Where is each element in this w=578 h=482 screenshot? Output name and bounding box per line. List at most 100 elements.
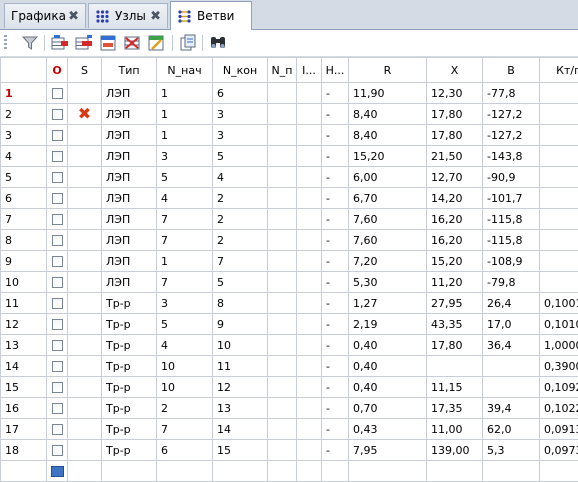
cell-i[interactable] bbox=[297, 356, 322, 377]
cell-n-end[interactable]: 3 bbox=[213, 125, 268, 146]
new-row-icon[interactable] bbox=[51, 466, 64, 477]
cell-n-p[interactable] bbox=[268, 188, 297, 209]
table-row[interactable]: 14Тр-р1011-0,400,39000 bbox=[1, 356, 578, 377]
cell-b[interactable]: -90,9 bbox=[483, 167, 540, 188]
checkbox[interactable] bbox=[52, 361, 63, 372]
cell-s[interactable] bbox=[68, 335, 102, 356]
cell-n-p[interactable] bbox=[268, 293, 297, 314]
column-header-b[interactable]: B bbox=[483, 58, 540, 83]
cell-i[interactable] bbox=[297, 104, 322, 125]
cell-h[interactable]: - bbox=[322, 104, 349, 125]
find-icon[interactable] bbox=[208, 33, 228, 53]
cell-n-p[interactable] bbox=[268, 209, 297, 230]
column-header-o[interactable]: O bbox=[47, 58, 68, 83]
cell-n-p[interactable] bbox=[268, 146, 297, 167]
cell-n-start[interactable]: 3 bbox=[157, 146, 213, 167]
cell-n-start[interactable]: 7 bbox=[157, 230, 213, 251]
cell-b[interactable]: 26,4 bbox=[483, 293, 540, 314]
cell-n-end[interactable]: 7 bbox=[213, 251, 268, 272]
cell-n-start[interactable]: 3 bbox=[157, 293, 213, 314]
cell-r[interactable]: 11,90 bbox=[349, 83, 427, 104]
cell-s[interactable] bbox=[68, 188, 102, 209]
cell-type[interactable]: ЛЭП bbox=[102, 146, 157, 167]
checkbox[interactable] bbox=[52, 109, 63, 120]
cell-x[interactable] bbox=[427, 356, 483, 377]
cell-r[interactable]: 5,30 bbox=[349, 272, 427, 293]
cell-kt[interactable]: 1,00000 bbox=[540, 335, 578, 356]
row-number[interactable]: 18 bbox=[1, 440, 47, 461]
cell-n-start[interactable]: 1 bbox=[157, 104, 213, 125]
cell-n-start[interactable]: 1 bbox=[157, 83, 213, 104]
cell-kt[interactable] bbox=[540, 209, 578, 230]
cell-b[interactable]: -101,7 bbox=[483, 188, 540, 209]
cell-type[interactable]: Тр-р bbox=[102, 398, 157, 419]
cell-b[interactable]: -127,2 bbox=[483, 125, 540, 146]
cell-kt[interactable]: 0,10924 bbox=[540, 377, 578, 398]
cell-x[interactable]: 15,20 bbox=[427, 251, 483, 272]
checkbox[interactable] bbox=[52, 151, 63, 162]
cell-n-p[interactable] bbox=[268, 230, 297, 251]
row-number[interactable]: 5 bbox=[1, 167, 47, 188]
table-row[interactable]: 9ЛЭП17-7,2015,20-108,9 bbox=[1, 251, 578, 272]
cell-x[interactable]: 17,80 bbox=[427, 335, 483, 356]
cell-x[interactable]: 139,00 bbox=[427, 440, 483, 461]
cell-n-p[interactable] bbox=[268, 356, 297, 377]
cell-n-start[interactable]: 1 bbox=[157, 251, 213, 272]
cell-s[interactable] bbox=[68, 398, 102, 419]
cell-i[interactable] bbox=[297, 419, 322, 440]
cell-type[interactable]: Тр-р bbox=[102, 293, 157, 314]
cell-b[interactable]: 39,4 bbox=[483, 398, 540, 419]
cell-type[interactable]: ЛЭП bbox=[102, 209, 157, 230]
cell-type[interactable]: ЛЭП bbox=[102, 188, 157, 209]
cell-kt[interactable] bbox=[540, 188, 578, 209]
cell-h[interactable]: - bbox=[322, 146, 349, 167]
toolbar-grip[interactable] bbox=[4, 35, 7, 51]
cell-r[interactable]: 8,40 bbox=[349, 104, 427, 125]
cell-i[interactable] bbox=[297, 209, 322, 230]
cell-n-start[interactable]: 7 bbox=[157, 272, 213, 293]
table-row[interactable]: 4ЛЭП35-15,2021,50-143,8 bbox=[1, 146, 578, 167]
cell-s[interactable] bbox=[68, 167, 102, 188]
cell-n-p[interactable] bbox=[268, 167, 297, 188]
copy-row-icon[interactable] bbox=[98, 33, 118, 53]
row-number[interactable]: 11 bbox=[1, 293, 47, 314]
cell-s[interactable] bbox=[68, 314, 102, 335]
cell-n-p[interactable] bbox=[268, 335, 297, 356]
table-row[interactable]: 15Тр-р1012-0,4011,150,10924 bbox=[1, 377, 578, 398]
table-row[interactable]: 10ЛЭП75-5,3011,20-79,8 bbox=[1, 272, 578, 293]
cell-n-p[interactable] bbox=[268, 314, 297, 335]
cell-x[interactable]: 11,15 bbox=[427, 377, 483, 398]
checkbox[interactable] bbox=[52, 382, 63, 393]
cell-n-end[interactable]: 6 bbox=[213, 83, 268, 104]
table-row[interactable]: 5ЛЭП54-6,0012,70-90,9 bbox=[1, 167, 578, 188]
cell-s[interactable]: ✖ bbox=[68, 104, 102, 125]
cell-kt[interactable] bbox=[540, 125, 578, 146]
checkbox[interactable] bbox=[52, 130, 63, 141]
checkbox[interactable] bbox=[52, 340, 63, 351]
checkbox[interactable] bbox=[52, 88, 63, 99]
cell-r[interactable]: 0,43 bbox=[349, 419, 427, 440]
row-number[interactable]: 15 bbox=[1, 377, 47, 398]
cell-kt[interactable]: 0,10019 bbox=[540, 293, 578, 314]
cell-i[interactable] bbox=[297, 251, 322, 272]
table-row[interactable]: 1ЛЭП16-11,9012,30-77,8 bbox=[1, 83, 578, 104]
cell-type[interactable]: Тр-р bbox=[102, 440, 157, 461]
cell-n-p[interactable] bbox=[268, 104, 297, 125]
table-row[interactable]: 8ЛЭП72-7,6016,20-115,8 bbox=[1, 230, 578, 251]
cell-b[interactable]: -115,8 bbox=[483, 230, 540, 251]
checkbox[interactable] bbox=[52, 319, 63, 330]
cell-h[interactable]: - bbox=[322, 188, 349, 209]
cell-n-end[interactable]: 3 bbox=[213, 104, 268, 125]
table-row[interactable]: 17Тр-р714-0,4311,0062,00,09130 bbox=[1, 419, 578, 440]
cell-s[interactable] bbox=[68, 83, 102, 104]
checkbox[interactable] bbox=[52, 214, 63, 225]
tab-branches[interactable]: Ветви bbox=[170, 1, 252, 30]
delete-rows-icon[interactable] bbox=[122, 33, 142, 53]
cell-h[interactable]: - bbox=[322, 251, 349, 272]
cell-kt[interactable] bbox=[540, 104, 578, 125]
new-row[interactable] bbox=[1, 461, 578, 482]
cell-h[interactable]: - bbox=[322, 356, 349, 377]
table-row[interactable]: 13Тр-р410-0,4017,8036,41,00000 bbox=[1, 335, 578, 356]
cell-type[interactable]: Тр-р bbox=[102, 335, 157, 356]
cell-n-start[interactable]: 5 bbox=[157, 314, 213, 335]
